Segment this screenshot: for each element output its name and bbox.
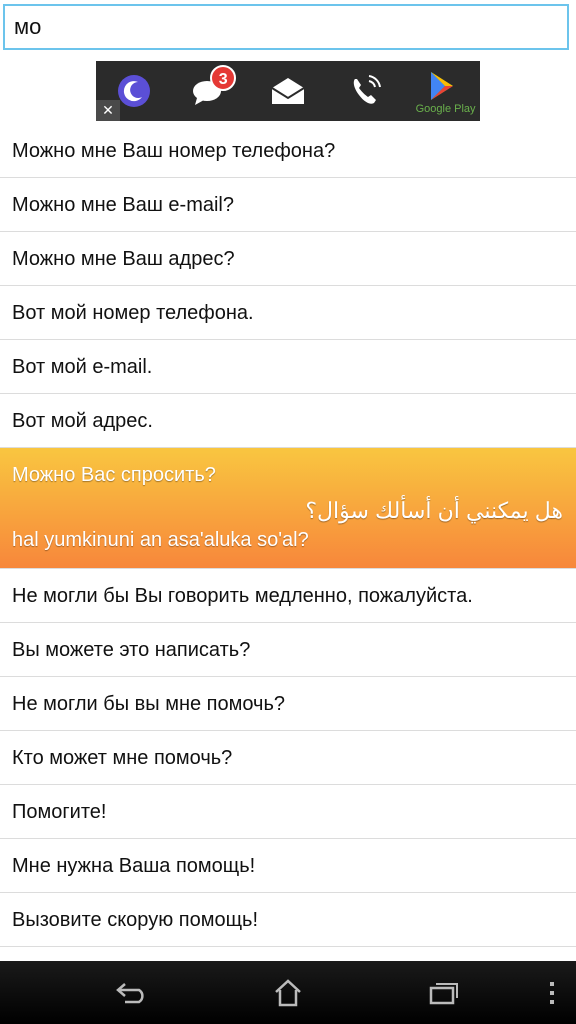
list-item[interactable]: Не могли бы Вы говорить медленно, пожалу… <box>0 569 576 623</box>
list-item[interactable]: Помогите! <box>0 785 576 839</box>
phrase-russian: Не могли бы вы мне помочь? <box>12 693 286 715</box>
google-play-label: Google Play <box>415 103 476 115</box>
phrase-russian: Вот мой номер телефона. <box>12 302 254 324</box>
search-bar <box>0 0 576 58</box>
list-item[interactable]: Можно мне Ваш e-mail? <box>0 178 576 232</box>
list-item[interactable]: Вот мой номер телефона. <box>0 286 576 340</box>
list-item[interactable]: Вот мой адрес. <box>0 394 576 448</box>
ad-close-button[interactable]: ✕ <box>96 100 120 121</box>
chat-icon[interactable]: 3 <box>186 65 237 113</box>
list-item[interactable]: Мне нужна Ваша помощь! <box>0 839 576 893</box>
phrase-russian: Можно Вас спросить? <box>12 464 216 486</box>
chat-badge: 3 <box>210 65 237 91</box>
system-navigation-bar <box>0 961 576 1024</box>
phrase-russian: Можно мне Ваш адрес? <box>12 248 235 270</box>
phrase-russian: Можно мне Ваш номер телефона? <box>12 140 336 162</box>
search-input[interactable] <box>3 4 569 50</box>
phrase-russian: Вызовите скорую помощь! <box>12 909 259 931</box>
list-item[interactable]: Вы можете это написать? <box>0 623 576 677</box>
phrase-russian: Помогите! <box>12 801 107 823</box>
phrase-russian: Можно мне Ваш e-mail? <box>12 194 235 216</box>
phrase-arabic: هل يمكنني أن أسألك سؤال؟ <box>305 498 563 523</box>
phrase-russian: Не могли бы Вы говорить медленно, пожалу… <box>12 585 473 607</box>
list-item[interactable]: Можно мне Ваш номер телефона? <box>0 124 576 178</box>
list-item-selected[interactable]: Можно Вас спросить? هل يمكنني أن أسألك سؤ… <box>0 448 576 569</box>
phrase-transliteration: hal yumkinuni an asa'aluka so'al? <box>12 529 309 551</box>
home-icon[interactable] <box>253 961 323 1024</box>
mail-icon[interactable] <box>263 69 313 113</box>
list-item[interactable]: Не могли бы вы мне помочь? <box>0 677 576 731</box>
phrase-russian: Мне нужна Ваша помощь! <box>12 855 256 877</box>
phrase-russian: Вот мой e-mail. <box>12 356 153 378</box>
phone-icon[interactable] <box>340 69 390 113</box>
list-item[interactable]: Кто может мне помочь? <box>0 731 576 785</box>
back-icon[interactable] <box>97 961 167 1024</box>
list-item[interactable]: Можно мне Ваш адрес? <box>0 232 576 286</box>
phrase-list: Можно мне Ваш номер телефона? Можно мне В… <box>0 124 576 947</box>
list-item[interactable]: Вот мой e-mail. <box>0 340 576 394</box>
list-item[interactable]: Вызовите скорую помощь! <box>0 893 576 947</box>
phrase-russian: Кто может мне помочь? <box>12 747 233 769</box>
overflow-menu-icon[interactable] <box>517 961 576 1024</box>
phrase-russian: Вот мой адрес. <box>12 410 153 432</box>
phrase-russian: Вы можете это написать? <box>12 639 251 661</box>
google-play-icon[interactable]: Google Play <box>416 69 476 115</box>
recent-apps-icon[interactable] <box>409 961 479 1024</box>
ad-banner[interactable]: 3 Google Play <box>96 61 480 121</box>
